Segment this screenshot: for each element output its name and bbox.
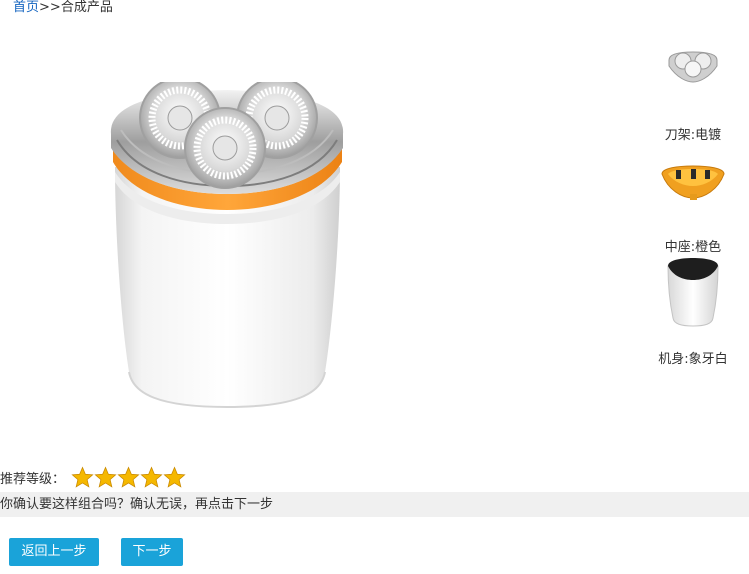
star-icon xyxy=(163,466,186,488)
next-button[interactable]: 下一步 xyxy=(121,538,183,566)
part-option-blade-holder[interactable]: 刀架:电镀 xyxy=(643,48,743,143)
star-icon xyxy=(94,466,117,488)
confirm-message: 你确认要这样组合吗？确认无误，再点击下一步 xyxy=(0,492,749,517)
star-icon xyxy=(71,466,94,488)
rating-label: 推荐等级： xyxy=(0,472,66,487)
breadcrumb-current: 合成产品 xyxy=(60,0,113,15)
recommend-rating: 推荐等级： xyxy=(0,463,186,489)
middle-base-orange-thumbnail xyxy=(661,165,725,200)
blade-holder-chrome-thumbnail xyxy=(668,51,718,83)
breadcrumb: 首页>>合成产品 xyxy=(13,0,113,16)
breadcrumb-home-link[interactable]: 首页 xyxy=(13,0,39,15)
part-option-middle-base[interactable]: 中座:橙色 xyxy=(643,160,743,255)
star-icon xyxy=(117,466,140,488)
body-ivory-thumbnail xyxy=(667,258,719,327)
rating-stars xyxy=(71,466,186,489)
breadcrumb-separator: >> xyxy=(39,0,61,15)
back-button[interactable]: 返回上一步 xyxy=(9,538,99,566)
star-icon xyxy=(140,466,163,488)
part-label: 中座:橙色 xyxy=(664,240,722,255)
part-label: 机身:象牙白 xyxy=(658,352,728,367)
part-label: 刀架:电镀 xyxy=(664,128,722,143)
shaver-product-image xyxy=(110,82,344,409)
part-option-body[interactable]: 机身:象牙白 xyxy=(643,254,743,367)
